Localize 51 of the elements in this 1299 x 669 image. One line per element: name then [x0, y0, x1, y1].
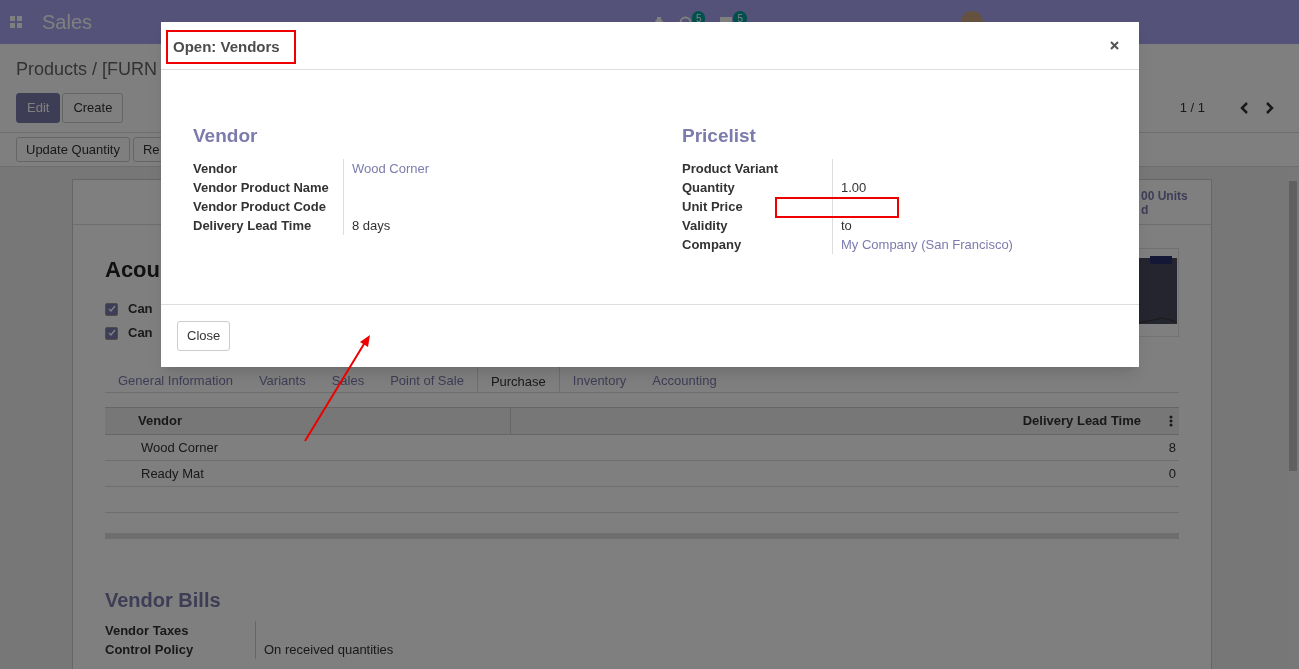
column-options-icon[interactable] — [1169, 415, 1173, 427]
checkbox-label: Can — [128, 300, 153, 319]
field-label: Unit Price — [682, 197, 744, 216]
next-icon[interactable] — [1265, 102, 1275, 114]
dialog-title: Open: Vendors — [173, 37, 280, 55]
close-button[interactable]: Close — [177, 321, 231, 351]
field-label: Quantity — [682, 178, 736, 197]
product-title: Acou — [105, 257, 160, 282]
column-header[interactable]: Delivery Lead Time — [511, 411, 1169, 431]
form-tab[interactable]: Accounting — [639, 365, 730, 392]
group-title: Pricelist — [682, 124, 757, 148]
table-cell-text: 0 — [1168, 464, 1177, 483]
form-tab[interactable]: Point of Sale — [377, 365, 477, 392]
stat-button[interactable]: 00 Units d — [1141, 189, 1201, 224]
field-label: Company — [682, 235, 743, 254]
checkbox-label: Can — [128, 324, 153, 343]
table-cell-text: 8 — [1168, 438, 1177, 457]
group-title: Vendor — [193, 124, 259, 148]
breadcrumb: Products / [FURN — [16, 59, 158, 79]
form-tab[interactable]: Variants — [245, 365, 319, 392]
field-label: Delivery Lead Time — [193, 216, 313, 235]
action-button[interactable]: Update Quantity — [16, 137, 130, 162]
field-link[interactable]: My Company (San Francisco) — [841, 234, 1013, 254]
section-title: Vendor Bills — [105, 588, 222, 613]
field-label: Validity — [682, 216, 729, 235]
check-icon — [107, 329, 116, 337]
checkbox[interactable] — [105, 326, 118, 340]
table-cell-text: Ready Mat — [141, 464, 204, 483]
field-value: 8 days — [352, 216, 391, 235]
field-value: 1.00 — [841, 178, 867, 197]
column-header[interactable]: Vendor — [138, 408, 511, 434]
checkbox[interactable] — [105, 302, 118, 316]
previous-icon[interactable] — [1239, 102, 1249, 114]
field-label: Vendor Product Code — [193, 197, 327, 216]
form-tab[interactable]: Purchase — [476, 365, 560, 392]
form-tab[interactable]: Inventory — [559, 365, 640, 392]
field-value: to — [841, 216, 852, 235]
table-cell-text: Wood Corner — [141, 438, 219, 457]
close-icon[interactable] — [1110, 41, 1119, 50]
pager-counter: 1 / 1 — [1179, 99, 1205, 118]
form-tab[interactable]: General Information — [105, 365, 246, 392]
field-link[interactable]: Wood Corner — [352, 158, 430, 178]
field-label: Control Policy — [105, 641, 195, 659]
create-button[interactable]: Create — [62, 93, 124, 123]
field-label: Product Variant — [682, 159, 780, 178]
field-label: Vendor Taxes — [105, 622, 190, 640]
edit-button[interactable]: Edit — [16, 93, 61, 123]
field-label: Vendor Product Name — [193, 178, 330, 197]
check-icon — [107, 305, 116, 313]
field-label: Vendor — [193, 159, 239, 178]
field-value: On received quantities — [264, 640, 394, 659]
